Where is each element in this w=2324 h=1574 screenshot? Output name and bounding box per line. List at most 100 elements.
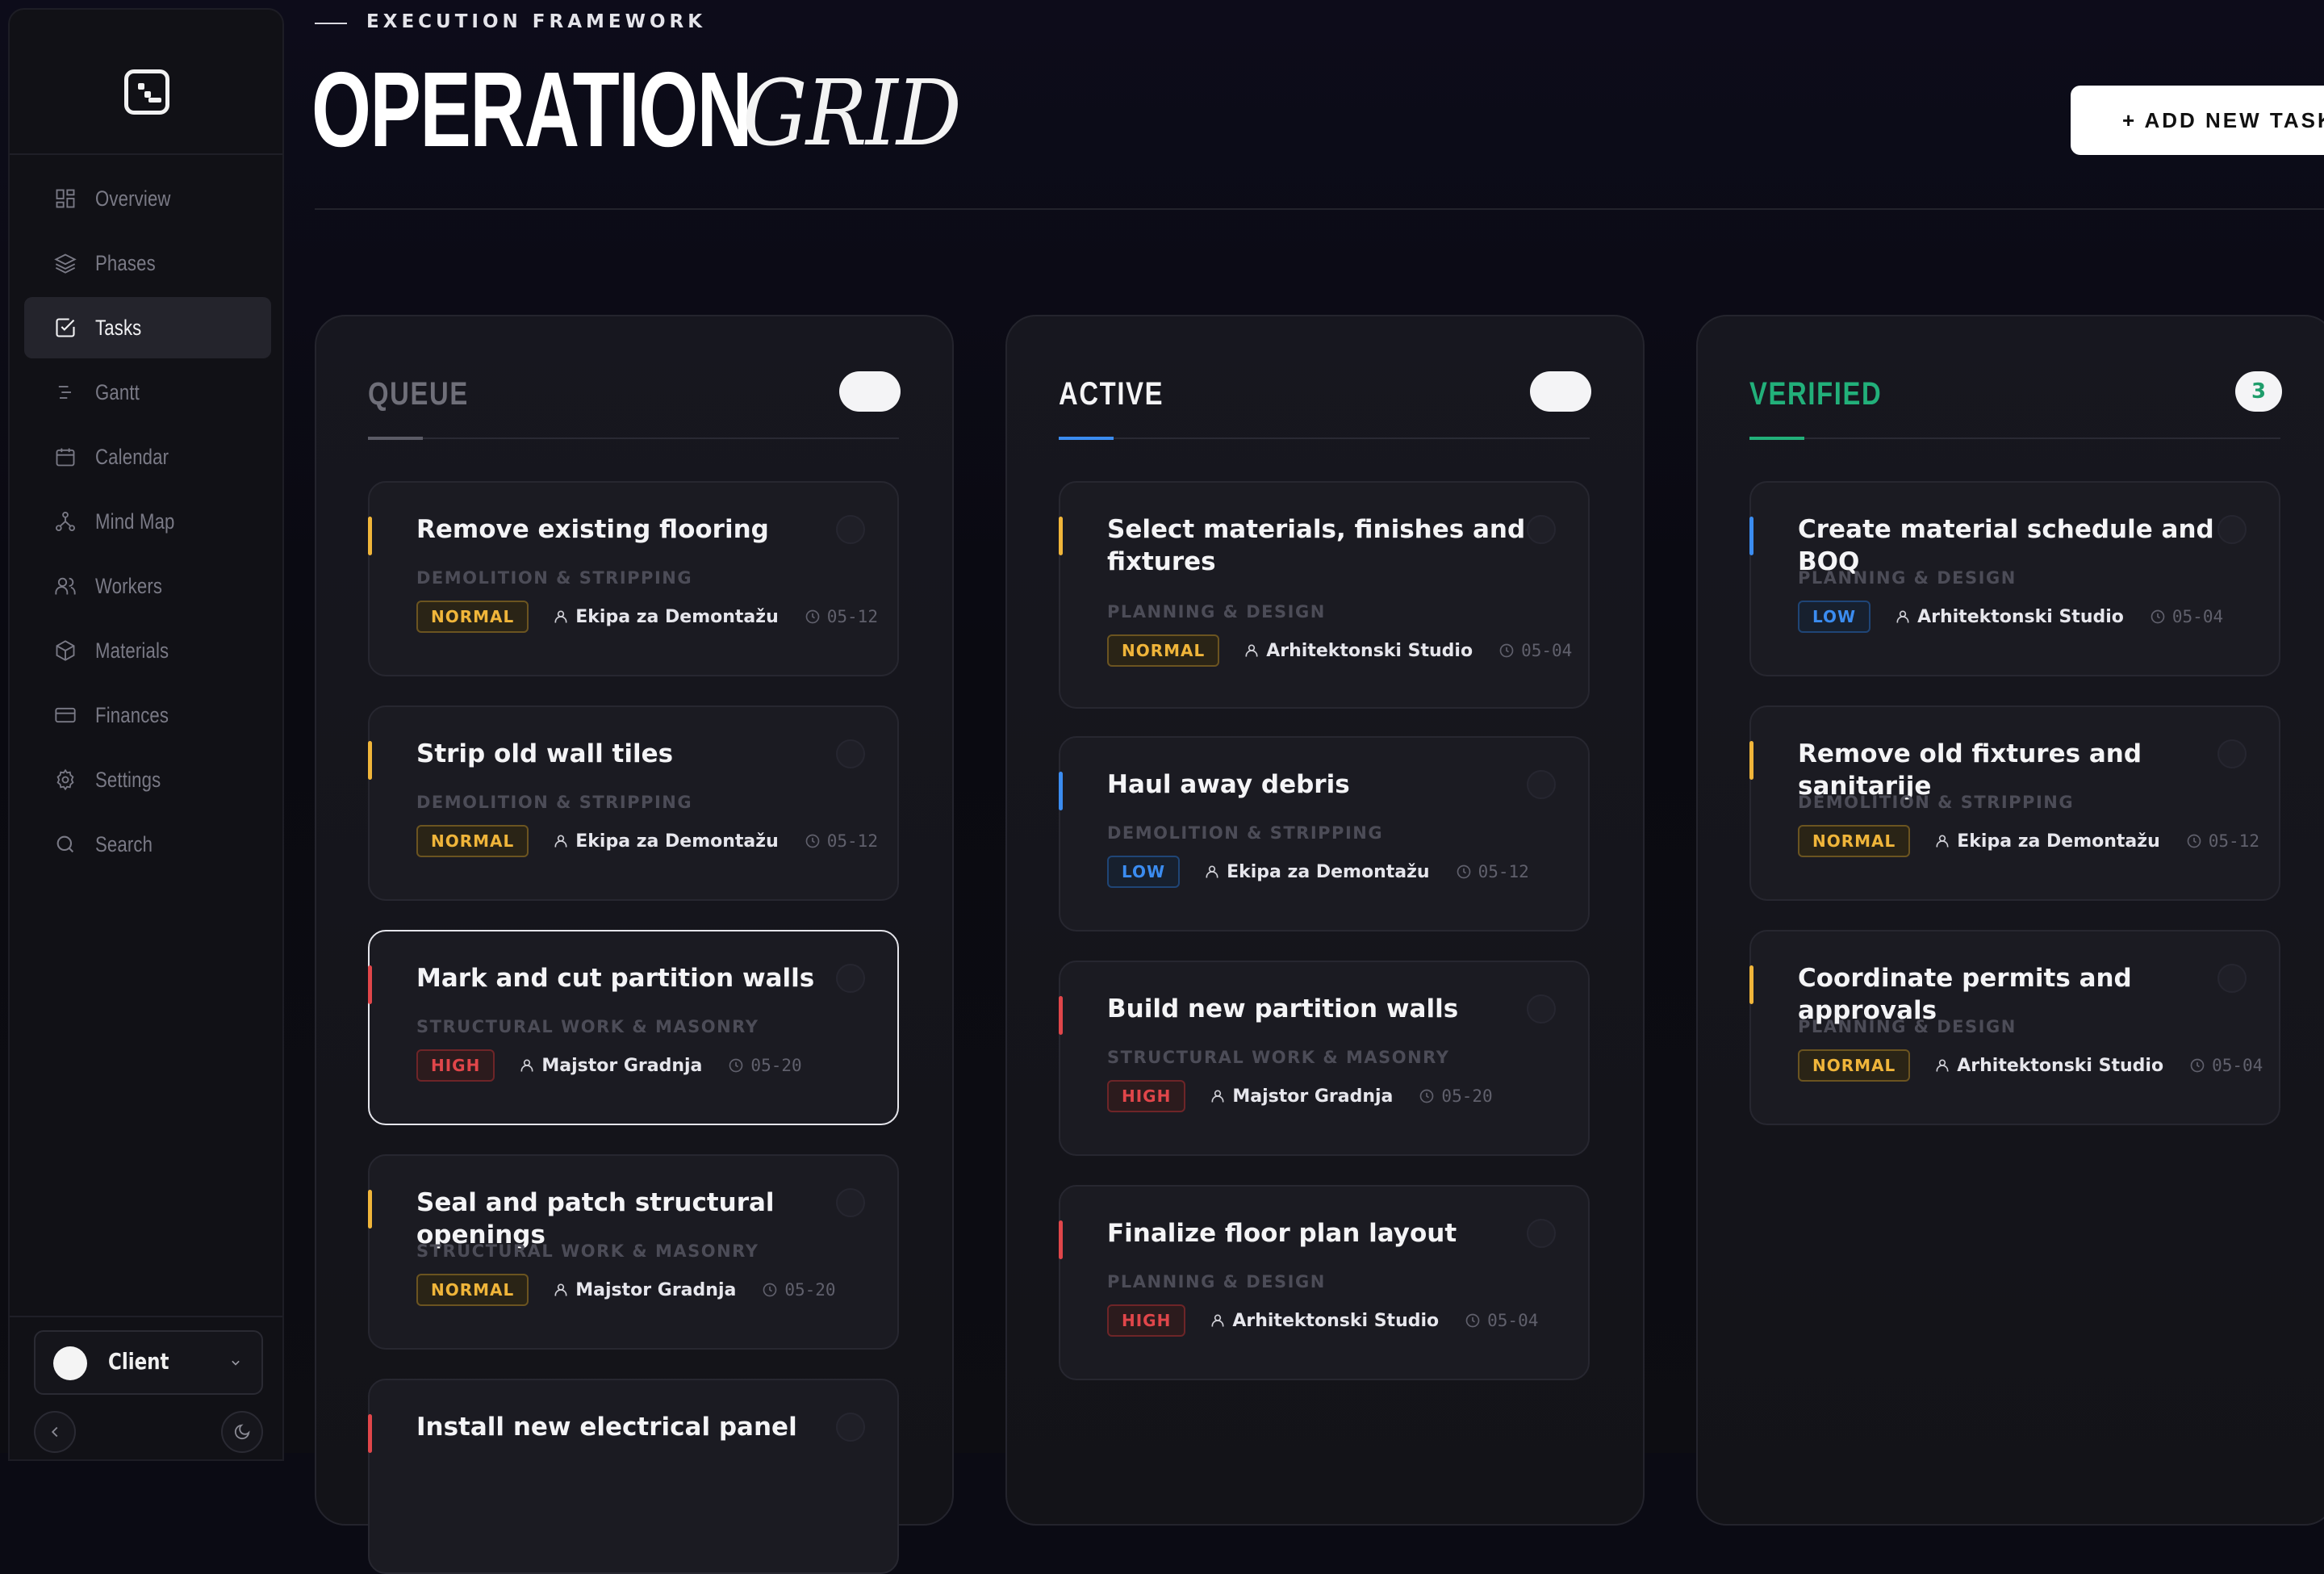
- priority-badge: LOW: [1107, 856, 1181, 888]
- task-meta: HIGH Arhitektonski Studio 05-04: [1107, 1303, 1538, 1338]
- assignee-name: Ekipa za Demontažu: [1957, 831, 2160, 852]
- task-card[interactable]: Strip old wall tiles DEMOLITION & STRIPPI…: [368, 705, 899, 901]
- task-title: Mark and cut partition walls: [416, 964, 815, 993]
- user-switcher[interactable]: Client: [34, 1330, 263, 1395]
- sidebar-item-label: Tasks: [95, 315, 142, 340]
- sidebar-item-label: Calendar: [95, 444, 169, 469]
- priority-badge: HIGH: [416, 1049, 495, 1082]
- sidebar-item-tasks[interactable]: Tasks: [24, 297, 271, 358]
- sidebar-item-label: Workers: [95, 573, 163, 598]
- sidebar-item-search[interactable]: Search: [24, 814, 271, 875]
- task-card[interactable]: Finalize floor plan layout PLANNING & DES…: [1059, 1185, 1590, 1380]
- column-divider: [368, 437, 899, 439]
- calendar-icon: [53, 445, 77, 469]
- task-category: DEMOLITION & STRIPPING: [416, 793, 693, 812]
- priority-accent-bar: [368, 1414, 372, 1453]
- task-due-date: 05-04: [1498, 641, 1572, 660]
- users-icon: [53, 574, 77, 598]
- priority-accent-bar: [1059, 772, 1063, 810]
- theme-toggle-button[interactable]: [221, 1411, 263, 1453]
- task-status-icon[interactable]: [2217, 515, 2247, 544]
- task-meta: HIGH Majstor Gradnja 05-20: [416, 1048, 802, 1083]
- task-card[interactable]: Build new partition walls STRUCTURAL WORK…: [1059, 961, 1590, 1156]
- task-status-icon[interactable]: [1527, 1219, 1556, 1248]
- sidebar: Overview Phases Tasks Gantt Calendar Min…: [8, 8, 284, 1461]
- priority-accent-bar: [1059, 517, 1063, 555]
- task-meta: NORMAL Ekipa za Demontažu 05-12: [416, 599, 878, 634]
- task-card[interactable]: Remove existing flooring DEMOLITION & STR…: [368, 481, 899, 676]
- task-meta: NORMAL Ekipa za Demontažu 05-12: [1798, 823, 2259, 859]
- priority-accent-bar: [1059, 996, 1063, 1035]
- task-title: Strip old wall tiles: [416, 739, 674, 768]
- priority-badge: HIGH: [1107, 1304, 1186, 1337]
- sidebar-item-mind-map[interactable]: Mind Map: [24, 491, 271, 552]
- task-card[interactable]: Remove old fixtures and sanitarije DEMOLI…: [1749, 705, 2280, 901]
- priority-accent-bar: [368, 1190, 372, 1229]
- task-status-icon[interactable]: [1527, 770, 1556, 799]
- task-card[interactable]: Haul away debris DEMOLITION & STRIPPING LO…: [1059, 736, 1590, 931]
- sidebar-item-gantt[interactable]: Gantt: [24, 362, 271, 423]
- task-assignee: Majstor Gradnja: [1210, 1086, 1393, 1107]
- sidebar-item-workers[interactable]: Workers: [24, 555, 271, 617]
- task-title: Remove existing flooring: [416, 515, 769, 544]
- task-title: Build new partition walls: [1107, 994, 1459, 1024]
- task-card[interactable]: Mark and cut partition walls STRUCTURAL W…: [368, 930, 899, 1125]
- page-title-italic: GRID: [742, 61, 962, 166]
- task-status-icon[interactable]: [836, 515, 865, 544]
- app-logo-icon[interactable]: [124, 69, 169, 115]
- priority-badge: LOW: [1798, 601, 1871, 633]
- task-card[interactable]: Create material schedule and BOQ PLANNING…: [1749, 481, 2280, 676]
- clock-icon: [2186, 833, 2209, 849]
- task-card[interactable]: Select materials, finishes and fixtures P…: [1059, 481, 1590, 709]
- sidebar-item-settings[interactable]: Settings: [24, 749, 271, 810]
- due-date-value: 05-04: [2171, 607, 2224, 626]
- clock-icon: [728, 1057, 750, 1074]
- user-icon: [1895, 609, 1917, 625]
- add-new-task-button[interactable]: + ADD NEW TASK: [2071, 86, 2324, 155]
- task-status-icon[interactable]: [836, 1188, 865, 1217]
- column-toggle[interactable]: [1530, 371, 1591, 412]
- task-status-icon[interactable]: [2217, 964, 2247, 993]
- sidebar-item-calendar[interactable]: Calendar: [24, 426, 271, 488]
- column-toggle[interactable]: [839, 371, 901, 412]
- task-card[interactable]: Install new electrical panel: [368, 1379, 899, 1574]
- task-status-icon[interactable]: [1527, 515, 1556, 544]
- priority-badge: NORMAL: [1798, 825, 1911, 857]
- user-icon: [553, 833, 575, 849]
- priority-badge: NORMAL: [416, 1274, 529, 1306]
- task-status-icon[interactable]: [836, 1413, 865, 1442]
- assignee-name: Arhitektonski Studio: [1957, 1055, 2164, 1076]
- task-category: PLANNING & DESIGN: [1107, 1272, 1326, 1291]
- priority-badge: HIGH: [1107, 1080, 1186, 1112]
- sidebar-item-finances[interactable]: Finances: [24, 684, 271, 746]
- task-assignee: Ekipa za Demontažu: [1204, 861, 1430, 882]
- column-active: ACTIVE Select materials, finishes and fix…: [1005, 315, 1645, 1526]
- assignee-name: Ekipa za Demontažu: [1227, 861, 1430, 882]
- sidebar-item-label: Mind Map: [95, 509, 175, 534]
- task-status-icon[interactable]: [836, 739, 865, 768]
- task-status-icon[interactable]: [836, 964, 865, 993]
- user-icon: [519, 1057, 541, 1074]
- clock-icon: [762, 1282, 784, 1298]
- gantt-icon: [53, 380, 77, 404]
- sidebar-item-materials[interactable]: Materials: [24, 620, 271, 681]
- task-meta: LOW Ekipa za Demontažu 05-12: [1107, 854, 1529, 890]
- sidebar-item-phases[interactable]: Phases: [24, 232, 271, 294]
- collapse-sidebar-button[interactable]: [34, 1411, 76, 1453]
- assignee-name: Majstor Gradnja: [575, 1279, 737, 1300]
- task-meta: LOW Arhitektonski Studio 05-04: [1798, 599, 2223, 634]
- priority-badge: NORMAL: [1798, 1049, 1911, 1082]
- task-status-icon[interactable]: [2217, 739, 2247, 768]
- sidebar-item-label: Gantt: [95, 379, 140, 404]
- chevron-down-icon: [232, 1360, 240, 1366]
- sidebar-item-overview[interactable]: Overview: [24, 168, 271, 229]
- grid-icon: [53, 186, 77, 211]
- task-card[interactable]: Seal and patch structural openings STRUCT…: [368, 1154, 899, 1350]
- task-category: STRUCTURAL WORK & MASONRY: [416, 1241, 759, 1261]
- task-status-icon[interactable]: [1527, 994, 1556, 1024]
- clock-icon: [2189, 1057, 2212, 1074]
- task-card[interactable]: Coordinate permits and approvals PLANNING…: [1749, 930, 2280, 1125]
- task-assignee: Arhitektonski Studio: [1210, 1311, 1439, 1331]
- clock-icon: [1498, 643, 1521, 659]
- due-date-value: 05-12: [2208, 831, 2259, 851]
